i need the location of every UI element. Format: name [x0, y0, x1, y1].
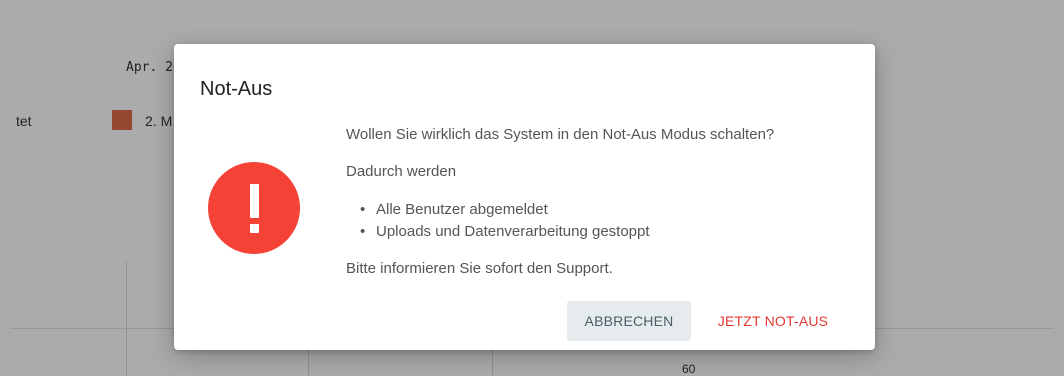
- dialog-lead-text: Dadurch werden: [346, 163, 457, 180]
- consequence-list: Alle Benutzer abgemeldet Uploads und Dat…: [360, 199, 650, 243]
- confirm-emergency-stop-button[interactable]: JETZT NOT-AUS: [704, 301, 842, 341]
- list-item: Alle Benutzer abgemeldet: [360, 199, 650, 221]
- support-note: Bitte informieren Sie sofort den Support…: [346, 260, 613, 277]
- exclamation-alert-icon: [208, 162, 300, 254]
- exclamation-bar: [250, 184, 259, 218]
- cancel-button[interactable]: ABBRECHEN: [567, 301, 691, 341]
- list-item: Uploads und Datenverarbeitung gestoppt: [360, 221, 650, 243]
- exclamation-dot: [250, 224, 259, 233]
- emergency-stop-dialog: Not-Aus Wollen Sie wirklich das System i…: [174, 44, 875, 350]
- dialog-title: Not-Aus: [200, 78, 273, 100]
- dialog-question: Wollen Sie wirklich das System in den No…: [346, 126, 775, 143]
